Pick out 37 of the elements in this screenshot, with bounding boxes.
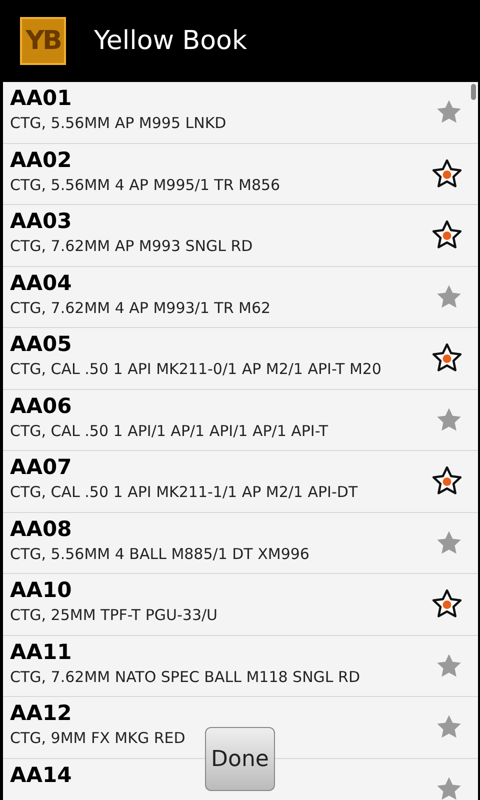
item-description: CTG, 25MM TPF-T PGU-33/U [10,605,219,626]
item-description: CTG, 5.56MM AP M995 LNKD [10,113,228,134]
app-title: Yellow Book [94,24,248,58]
item-code: AA11 [10,638,73,666]
item-description: CTG, 5.56MM 4 AP M995/1 TR M856 [10,174,282,196]
list-item[interactable]: AA08 CTG, 5.56MM 4 BALL M885/1 DT XM996 [3,512,478,574]
scrollbar-thumb [471,84,476,100]
list-item[interactable]: AA07 CTG, CAL .50 1 API MK211-1/1 AP M2/1 API-DT [3,451,478,512]
list-item[interactable]: AA02 CTG, 5.56MM 4 AP M995/1 TR M856 [3,144,478,205]
list-item[interactable]: AA01 CTG, 5.56MM AP M995 LNKD [3,82,478,144]
item-code: AA06 [10,392,73,420]
list-item[interactable]: AA10 CTG, 25MM TPF-T PGU-33/U [3,574,478,636]
item-code: AA14 [10,762,73,788]
done-button[interactable]: Done [205,727,275,791]
item-code: AA07 [10,454,73,481]
item-description: CTG, 9MM FX MKG RED [10,728,186,749]
item-description: CTG, CAL .50 1 API/1 AP/1 API/1 AP/1 API-T [10,420,330,442]
item-code: AA02 [10,146,73,174]
item-code: AA08 [10,516,73,542]
item-code: AA12 [10,700,73,727]
item-code: AA03 [10,208,73,235]
app-logo: YB [20,17,66,65]
list-item[interactable]: AA04 CTG, 7.62MM 4 AP M993/1 TR M62 [3,266,478,328]
list-item[interactable]: AA11 CTG, 7.62MM NATO SPEC BALL M118 SNGL RD [3,636,478,697]
list-item[interactable]: AA05 CTG, CAL .50 1 API MK211-0/1 AP M2/1 API-T M20 [3,328,478,390]
item-code: AA01 [10,85,73,112]
item-code: AA10 [10,577,73,604]
list-item[interactable]: AA06 CTG, CAL .50 1 API/1 AP/1 API/1 AP/1 API-T [3,390,478,451]
item-description: CTG, 7.62MM 4 AP M993/1 TR M62 [10,298,272,318]
list-item[interactable]: AA03 CTG, 7.62MM AP M993 SNGL RD [3,205,478,266]
item-code: AA05 [10,331,73,358]
item-description: CTG, CAL .50 1 API MK211-0/1 AP M2/1 API-T M20 [10,359,382,380]
item-description: CTG, 5.56MM 4 BALL M885/1 DT XM996 [10,544,310,564]
item-description: CTG, CAL .50 1 API MK211-1/1 AP M2/1 API-DT [10,482,359,503]
item-description: CTG, 7.62MM NATO SPEC BALL M118 SNGL RD [10,666,362,688]
item-code: AA04 [10,270,73,296]
item-description: CTG, 7.62MM AP M993 SNGL RD [10,236,254,257]
